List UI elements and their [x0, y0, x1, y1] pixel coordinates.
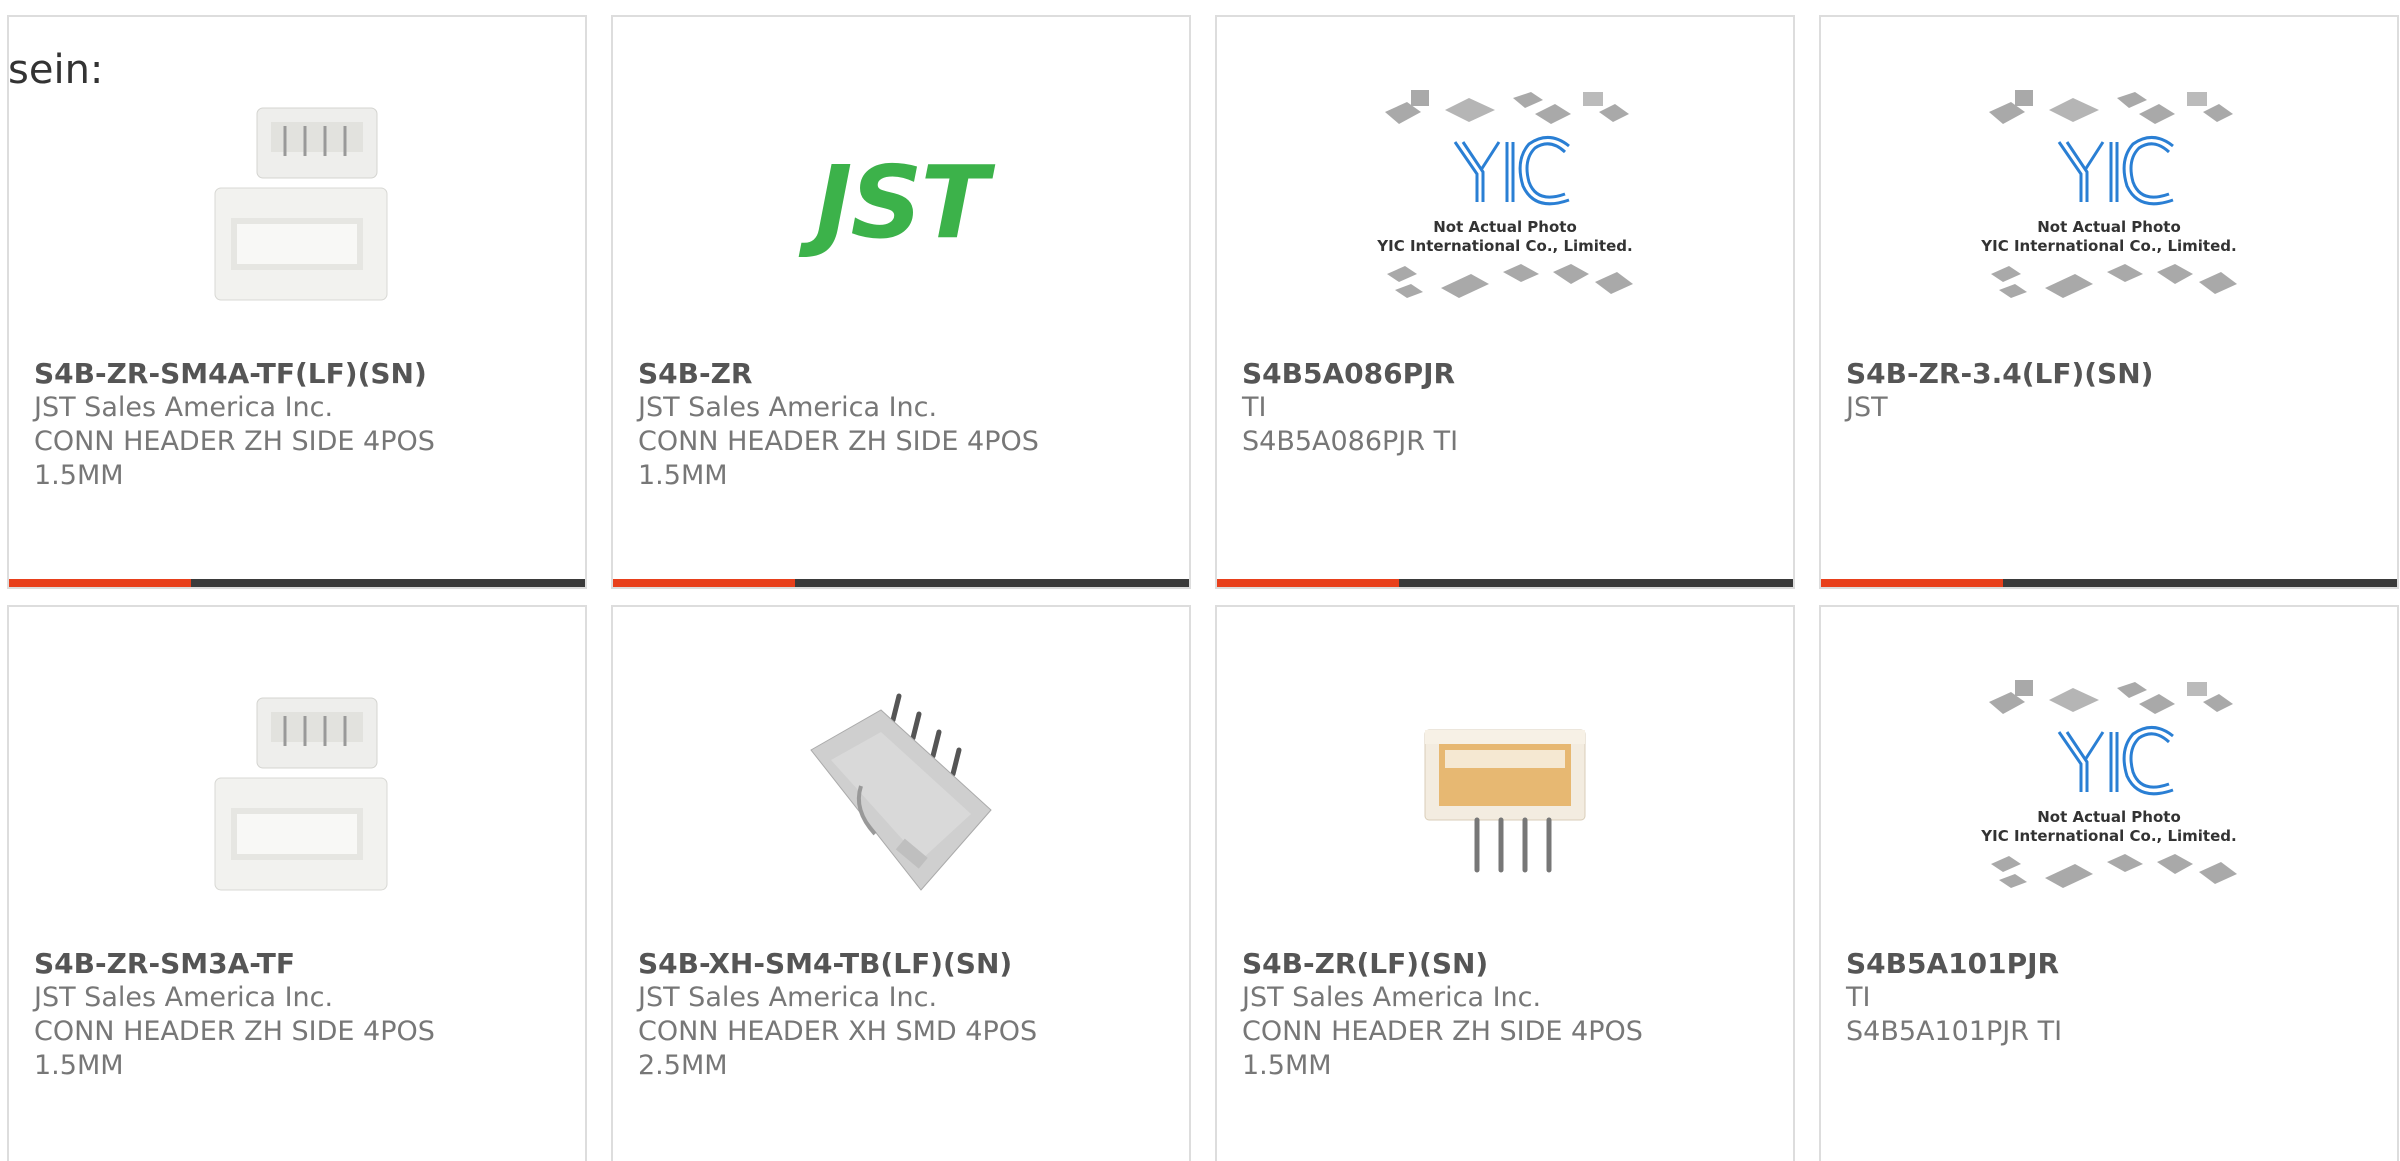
placeholder-company: YIC International Co., Limited.	[1980, 237, 2236, 255]
product-image[interactable]	[9, 82, 585, 322]
description: S4B5A086PJR TI	[1242, 426, 1459, 457]
manufacturer: JST	[1846, 392, 1888, 423]
manufacturer: JST Sales America Inc.	[34, 392, 334, 423]
manufacturer: JST Sales America Inc.	[638, 982, 938, 1013]
description-pitch: 1.5MM	[34, 1050, 124, 1081]
placeholder-company: YIC International Co., Limited.	[1376, 237, 1632, 255]
product-card[interactable]: Not Actual Photo YIC International Co., …	[1215, 15, 1795, 589]
card-accent-bar	[1821, 579, 2003, 587]
product-card[interactable]: S4B-ZR-SM4A-TF(LF)(SN) JST Sales America…	[7, 15, 587, 589]
product-image[interactable]: Not Actual Photo YIC International Co., …	[1217, 82, 1793, 322]
xh-smd-connector-photo	[810, 693, 992, 891]
zh-side-connector-photo	[214, 107, 388, 300]
yic-placeholder-image: Not Actual Photo YIC International Co., …	[1980, 90, 2237, 298]
card-accent-bar	[9, 579, 191, 587]
product-card[interactable]: S4B-ZR(LF)(SN) JST Sales America Inc. CO…	[1215, 605, 1795, 1161]
product-info: S4B5A086PJR TI S4B5A086PJR TI	[1242, 357, 1773, 459]
manufacturer: JST Sales America Inc.	[638, 392, 938, 423]
description: CONN HEADER XH SMD 4POS	[638, 1016, 1038, 1047]
description-pitch: 1.5MM	[1242, 1050, 1332, 1081]
part-number-link[interactable]: S4B-XH-SM4-TB(LF)(SN)	[638, 947, 1169, 981]
description: CONN HEADER ZH SIDE 4POS	[638, 426, 1039, 457]
product-image[interactable]	[613, 672, 1189, 912]
product-image[interactable]	[9, 672, 585, 912]
product-card[interactable]: JST S4B-ZR JST Sales America Inc. CONN H…	[611, 15, 1191, 589]
product-card[interactable]: S4B-XH-SM4-TB(LF)(SN) JST Sales America …	[611, 605, 1191, 1161]
product-info: S4B-ZR JST Sales America Inc. CONN HEADE…	[638, 357, 1169, 493]
zh-through-hole-connector-photo	[1424, 729, 1586, 872]
card-bottom-bar	[1821, 579, 2397, 587]
manufacturer: TI	[1242, 392, 1267, 423]
zh-side-connector-photo	[214, 697, 388, 890]
jst-logo: JST	[815, 143, 988, 261]
description: CONN HEADER ZH SIDE 4POS	[34, 426, 435, 457]
description: CONN HEADER ZH SIDE 4POS	[1242, 1016, 1643, 1047]
part-number-link[interactable]: S4B5A101PJR	[1846, 947, 2377, 981]
placeholder-caption: Not Actual Photo	[1433, 218, 1577, 236]
placeholder-company: YIC International Co., Limited.	[1980, 827, 2236, 845]
description: CONN HEADER ZH SIDE 4POS	[34, 1016, 435, 1047]
product-image[interactable]	[1217, 672, 1793, 912]
description: S4B5A101PJR TI	[1846, 1016, 2063, 1047]
product-card[interactable]: Not Actual Photo YIC International Co., …	[1819, 605, 2399, 1161]
part-number-link[interactable]: S4B-ZR	[638, 357, 1169, 391]
placeholder-caption: Not Actual Photo	[2037, 218, 2181, 236]
part-number-link[interactable]: S4B-ZR-3.4(LF)(SN)	[1846, 357, 2377, 391]
product-info: S4B-XH-SM4-TB(LF)(SN) JST Sales America …	[638, 947, 1169, 1083]
product-image[interactable]: Not Actual Photo YIC International Co., …	[1821, 82, 2397, 322]
intro-text: sein:	[8, 47, 104, 93]
description-pitch: 1.5MM	[638, 460, 728, 491]
part-number-link[interactable]: S4B-ZR-SM4A-TF(LF)(SN)	[34, 357, 565, 391]
product-grid-page: sein: S4B-ZR-SM4A-TF(LF)(SN) JST Sales A…	[0, 0, 2400, 1161]
part-number-link[interactable]: S4B-ZR-SM3A-TF	[34, 947, 565, 981]
manufacturer: TI	[1846, 982, 1871, 1013]
description-pitch: 1.5MM	[34, 460, 124, 491]
product-info: S4B-ZR-SM3A-TF JST Sales America Inc. CO…	[34, 947, 565, 1083]
part-number-link[interactable]: S4B-ZR(LF)(SN)	[1242, 947, 1773, 981]
placeholder-caption: Not Actual Photo	[2037, 808, 2181, 826]
card-accent-bar	[1217, 579, 1399, 587]
product-card[interactable]: Not Actual Photo YIC International Co., …	[1819, 15, 2399, 589]
card-accent-bar	[613, 579, 795, 587]
yic-placeholder-image: Not Actual Photo YIC International Co., …	[1376, 90, 1633, 298]
product-info: S4B-ZR-3.4(LF)(SN) JST	[1846, 357, 2377, 425]
product-image[interactable]: JST	[613, 82, 1189, 322]
card-bottom-bar	[1217, 579, 1793, 587]
card-bottom-bar	[613, 579, 1189, 587]
product-info: S4B5A101PJR TI S4B5A101PJR TI	[1846, 947, 2377, 1049]
manufacturer: JST Sales America Inc.	[1242, 982, 1542, 1013]
description-pitch: 2.5MM	[638, 1050, 728, 1081]
card-bottom-bar	[9, 579, 585, 587]
yic-placeholder-image: Not Actual Photo YIC International Co., …	[1980, 680, 2237, 888]
product-info: S4B-ZR(LF)(SN) JST Sales America Inc. CO…	[1242, 947, 1773, 1083]
product-info: S4B-ZR-SM4A-TF(LF)(SN) JST Sales America…	[34, 357, 565, 493]
product-card[interactable]: S4B-ZR-SM3A-TF JST Sales America Inc. CO…	[7, 605, 587, 1161]
product-image[interactable]: Not Actual Photo YIC International Co., …	[1821, 672, 2397, 912]
part-number-link[interactable]: S4B5A086PJR	[1242, 357, 1773, 391]
manufacturer: JST Sales America Inc.	[34, 982, 334, 1013]
